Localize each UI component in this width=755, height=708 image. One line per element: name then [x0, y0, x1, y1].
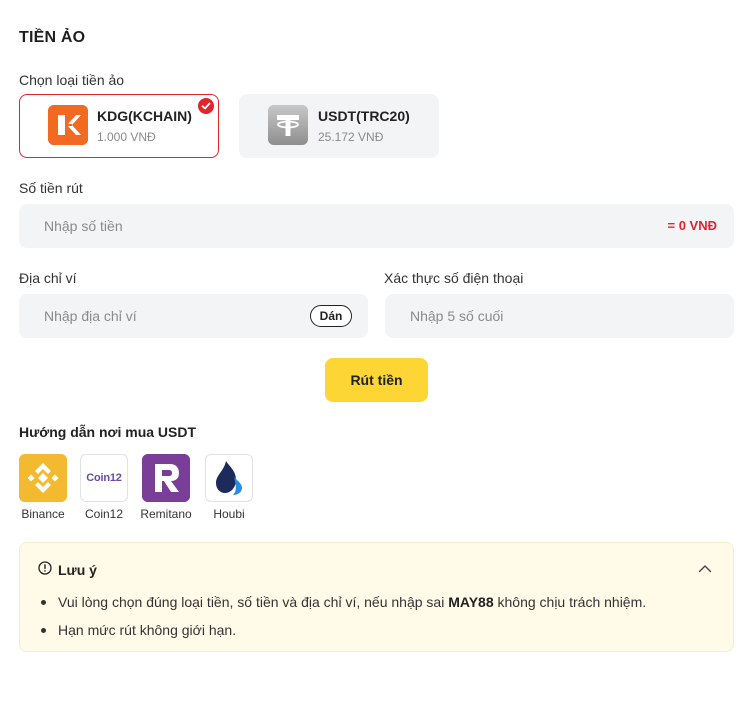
info-icon	[38, 561, 52, 578]
note-item: Hạn mức rút không giới hạn.	[38, 616, 646, 644]
exchange-name: Coin12	[84, 507, 124, 521]
coin-option-kdg[interactable]: KDG(KCHAIN) 1.000 VNĐ	[19, 94, 219, 158]
coin12-logo-text: Coin12	[86, 472, 122, 484]
chevron-up-icon[interactable]	[697, 561, 713, 577]
tether-logo-icon	[268, 105, 308, 145]
coin-name: USDT(TRC20)	[318, 108, 410, 124]
amount-input[interactable]	[19, 204, 734, 248]
exchange-name: Binance	[21, 507, 65, 521]
note-header: Lưu ý	[38, 561, 97, 578]
exchange-remitano[interactable]: Remitano	[140, 454, 192, 521]
phone-field	[385, 294, 734, 338]
phone-last-digits-input[interactable]	[385, 294, 734, 338]
kchain-logo-icon	[48, 105, 88, 145]
note-list: Vui lòng chọn đúng loại tiền, số tiền và…	[38, 588, 646, 644]
coin-option-usdt[interactable]: USDT(TRC20) 25.172 VNĐ	[239, 94, 439, 158]
binance-logo-icon	[19, 454, 67, 502]
brand-name: MAY88	[448, 594, 494, 610]
exchange-name: Remitano	[140, 507, 192, 521]
coin-type-label: Chọn loại tiền ảo	[19, 72, 125, 88]
amount-label: Số tiền rút	[19, 180, 83, 196]
paste-button[interactable]: Dán	[310, 305, 352, 327]
note-title: Lưu ý	[58, 561, 97, 578]
exchange-houbi[interactable]: Houbi	[205, 454, 253, 521]
exchange-coin12[interactable]: Coin12 Coin12	[80, 454, 128, 521]
coin-rate: 25.172 VNĐ	[318, 130, 384, 144]
note-item: Vui lòng chọn đúng loại tiền, số tiền và…	[38, 588, 646, 616]
page-title: TIỀN ẢO	[19, 29, 86, 46]
coin-name: KDG(KCHAIN)	[97, 108, 192, 124]
note-panel: Lưu ý Vui lòng chọn đúng loại tiền, số t…	[19, 542, 734, 652]
exchange-binance[interactable]: Binance	[19, 454, 67, 521]
amount-field: = 0 VNĐ	[19, 204, 734, 248]
phone-verify-label: Xác thực số điện thoại	[384, 270, 524, 286]
wallet-label: Địa chỉ ví	[19, 270, 77, 286]
usdt-guide-title: Hướng dẫn nơi mua USDT	[19, 424, 197, 440]
wallet-field: Dán	[19, 294, 368, 338]
converted-amount: = 0 VNĐ	[667, 218, 718, 233]
remitano-logo-icon	[142, 454, 190, 502]
exchange-name: Houbi	[213, 507, 245, 521]
huobi-logo-icon	[205, 454, 253, 502]
check-icon	[198, 98, 214, 114]
coin-rate: 1.000 VNĐ	[97, 130, 156, 144]
withdraw-button[interactable]: Rút tiền	[325, 358, 428, 402]
coin12-logo-icon: Coin12	[80, 454, 128, 502]
